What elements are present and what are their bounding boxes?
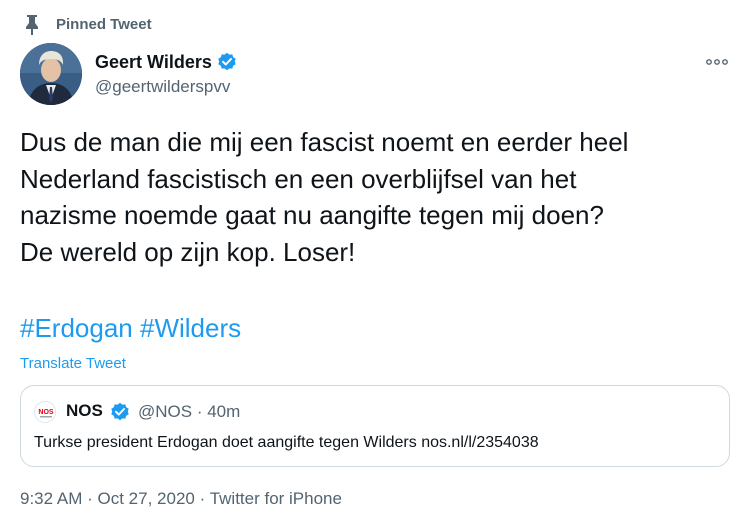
avatar[interactable] — [20, 43, 82, 105]
svg-text:NOS: NOS — [38, 409, 54, 416]
author-handle[interactable]: @geertwilderspvv — [95, 77, 237, 97]
tweet-text: Dus de man die mij een fascist noemt en … — [20, 127, 629, 267]
quote-text: Turkse president Erdogan doet aangifte t… — [34, 434, 539, 451]
tweet-time[interactable]: 9:32 AM — [20, 489, 82, 508]
tweet-metadata: 9:32 AM · Oct 27, 2020 · Twitter for iPh… — [20, 489, 342, 509]
hashtags: #Erdogan #Wilders — [20, 310, 241, 346]
quote-author-name: NOS — [66, 401, 103, 420]
nos-logo-icon: NOS — [34, 401, 56, 423]
quote-handle-time: @NOS · 40m — [138, 402, 241, 421]
quoted-tweet[interactable]: NOS NOS @NOS · 40m Turkse president Erdo… — [20, 385, 730, 467]
verified-badge-icon — [217, 52, 237, 72]
more-options-button[interactable] — [700, 50, 734, 72]
hashtag-link[interactable]: #Wilders — [140, 313, 241, 343]
meta-separator: · — [199, 489, 206, 508]
author-info: Geert Wilders @geertwilderspvv — [95, 50, 237, 97]
pinned-label: Pinned Tweet — [56, 16, 152, 33]
author-name[interactable]: Geert Wilders — [95, 52, 212, 73]
hashtag-link[interactable]: #Erdogan — [20, 313, 133, 343]
tweet-date[interactable]: Oct 27, 2020 — [98, 489, 195, 508]
tweet-source[interactable]: Twitter for iPhone — [210, 489, 342, 508]
more-dots-icon — [706, 52, 728, 70]
verified-badge-icon — [110, 402, 130, 422]
pin-icon — [22, 14, 42, 36]
tweet-card: Pinned Tweet Geert Wilders @geertwilders… — [0, 0, 750, 529]
translate-tweet-link[interactable]: Translate Tweet — [20, 355, 126, 372]
pinned-indicator: Pinned Tweet — [22, 14, 152, 36]
meta-separator: · — [87, 489, 93, 508]
